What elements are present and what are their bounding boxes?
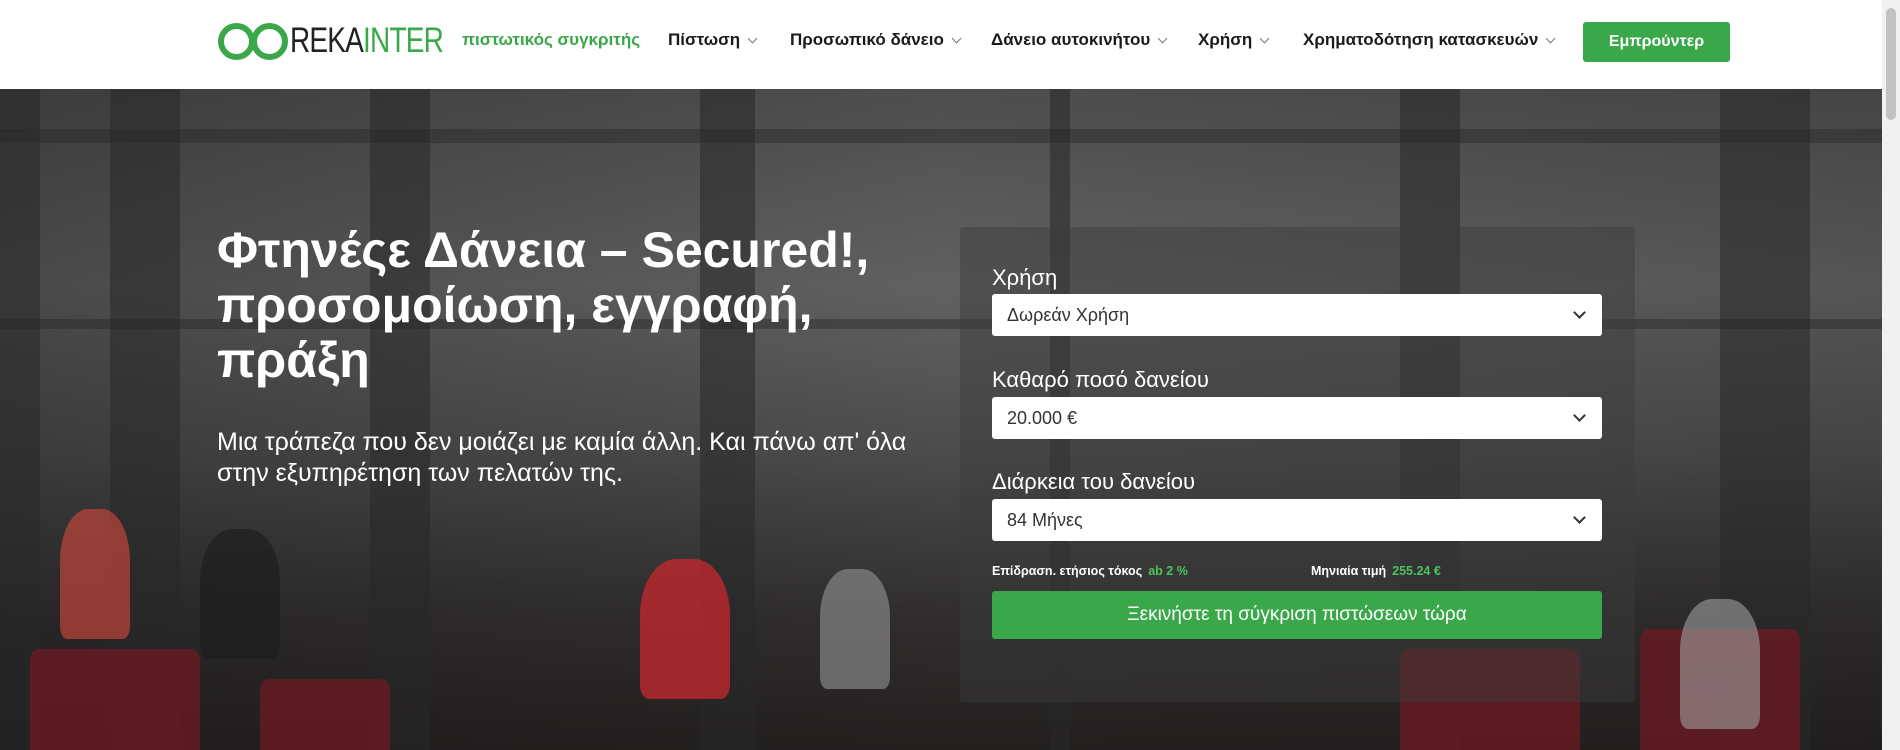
background-chair — [30, 649, 200, 750]
site-header: REKAINTER πιστωτικός συγκριτής Πίστωση Π… — [0, 0, 1882, 89]
effective-rate-label: Επίδρασn. ετήσιος τόκος — [992, 564, 1143, 578]
nav-item-label: Πίστωση — [668, 30, 741, 49]
chevron-down-icon — [1545, 33, 1556, 43]
usage-label: Χρήση — [992, 265, 1058, 290]
login-button[interactable]: Εμπρούντερ — [1583, 22, 1730, 62]
nav-item-credit-comparator[interactable]: πιστωτικός συγκριτής — [462, 30, 640, 50]
nav-item-usage[interactable]: Χρήση — [1198, 30, 1270, 50]
scrollbar-thumb[interactable] — [1886, 8, 1896, 120]
background-beam — [0, 129, 1882, 143]
effective-rate-value: ab 2 % — [1148, 564, 1188, 578]
background-column — [370, 89, 430, 750]
nav-item-label: πιστωτικός συγκριτής — [462, 30, 641, 49]
chevron-down-icon — [1259, 33, 1270, 43]
site-logo[interactable]: REKAINTER — [218, 21, 481, 61]
chevron-down-icon — [951, 33, 962, 43]
hero-subtitle: Μια τράπεζα που δεν μοιάζει με καμία άλλ… — [217, 428, 907, 487]
nav-item-car-loan[interactable]: Δάνειο αυτοκινήτου — [991, 30, 1168, 50]
background-person — [200, 529, 280, 659]
amount-select[interactable]: 20.000 € — [992, 397, 1602, 439]
nav-item-label: Χρήση — [1198, 30, 1253, 49]
monthly-payment-label: Μηνιαία τιμή — [1311, 564, 1387, 578]
chevron-down-icon — [1157, 33, 1168, 43]
effective-rate-info: Επίδρασn. ετήσιος τόκος ab 2 % — [992, 564, 1188, 578]
background-person — [640, 559, 730, 699]
monthly-payment-info: Μηνιαία τιμή 255.24 € — [1311, 564, 1441, 578]
usage-select[interactable]: Δωρεάν Χρήση — [992, 294, 1602, 336]
monthly-payment-value: 255.24 € — [1392, 564, 1441, 578]
start-comparison-button[interactable]: Ξεκινήστε τη σύγκριση πιστώσεων τώρα — [992, 591, 1602, 639]
nav-item-label: Δάνειο αυτοκινήτου — [991, 30, 1151, 49]
page-scrollbar[interactable] — [1882, 0, 1900, 750]
usage-select-value: Δωρεάν Χρήση — [1007, 304, 1130, 325]
duration-select-value: 84 Μήνες — [1007, 509, 1083, 530]
chevron-down-icon — [1573, 409, 1586, 422]
chevron-down-icon — [747, 33, 758, 43]
background-chair — [260, 679, 390, 750]
amount-select-value: 20.000 € — [1007, 407, 1078, 428]
duration-select[interactable]: 84 Μήνες — [992, 499, 1602, 541]
logo-text-dark: REKA — [290, 21, 364, 60]
nav-item-label: Χρηματοδότηση κατασκευών — [1303, 30, 1539, 49]
amount-label: Καθαρό ποσό δανείου — [992, 367, 1209, 392]
background-person — [1680, 599, 1760, 729]
duration-label: Διάρκεια του δανείου — [992, 469, 1196, 494]
chevron-down-icon — [1573, 306, 1586, 319]
logo-text: REKAINTER — [290, 21, 444, 61]
logo-text-green: INTER — [363, 21, 444, 60]
nav-item-label: Προσωπικό δάνειο — [790, 30, 944, 49]
nav-item-personal-loan[interactable]: Προσωπικό δάνειο — [790, 30, 962, 50]
logo-rings-icon — [218, 21, 292, 61]
hero-title: Φτηνέςε Δάνεια – Secured!, προσομοίωση, … — [217, 222, 870, 388]
background-person — [60, 509, 130, 639]
background-person — [820, 569, 890, 689]
chevron-down-icon — [1573, 511, 1586, 524]
nav-item-construction-financing[interactable]: Χρηματοδότηση κατασκευών — [1303, 30, 1556, 50]
nav-item-credit[interactable]: Πίστωση — [668, 30, 758, 50]
